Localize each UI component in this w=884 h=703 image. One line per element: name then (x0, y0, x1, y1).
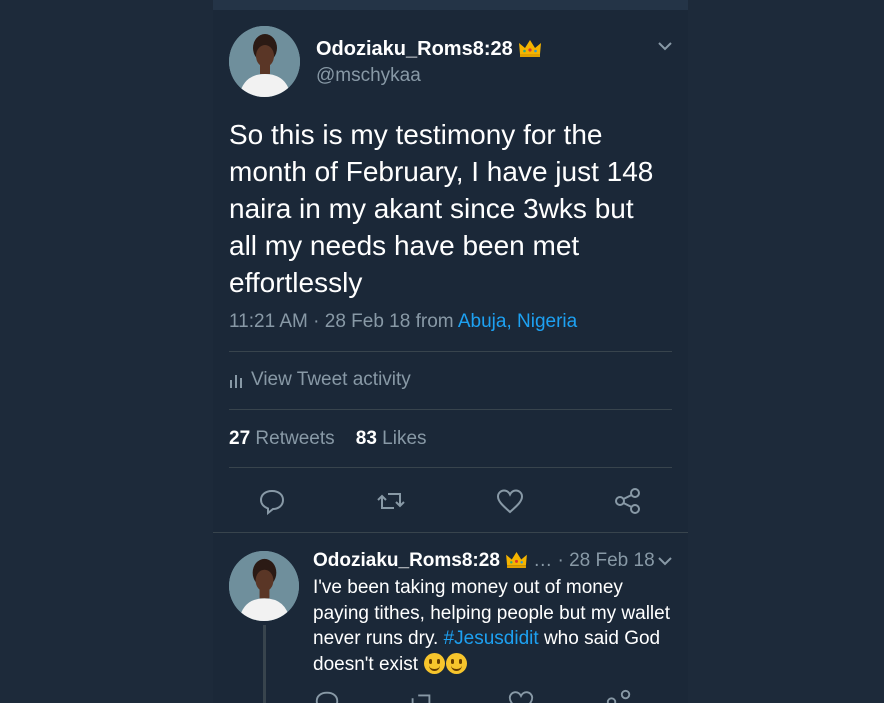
reply-display-name[interactable]: Odoziaku_Roms8:28 (313, 550, 500, 571)
crown-icon (518, 40, 541, 57)
reply-icon[interactable] (257, 486, 287, 516)
reply-date: · 28 Feb 18 (557, 550, 655, 571)
retweet-icon[interactable] (407, 688, 435, 703)
hashtag-link[interactable]: #Jesusdidit (444, 628, 539, 649)
retweet-icon[interactable] (376, 486, 406, 516)
engagement-counts: 27 Retweets 83 Likes (229, 428, 427, 450)
retweet-count: 27 (229, 428, 251, 449)
retweets-label: Retweets (255, 428, 335, 449)
reply-header: Odoziaku_Roms8:28 … · 28 Feb 18 (313, 550, 655, 572)
smiley-emoji (446, 652, 468, 674)
heart-icon[interactable] (507, 688, 535, 703)
like-count: 83 (355, 428, 377, 449)
likes-stat[interactable]: 83 Likes (356, 428, 427, 449)
tweet-detail-screen: Odoziaku_Roms8:28 @mschykaa So this is m… (213, 0, 688, 703)
share-icon[interactable] (613, 486, 643, 516)
reply-icon[interactable] (313, 688, 341, 703)
divider (229, 467, 672, 468)
likes-label: Likes (382, 428, 427, 449)
heart-icon[interactable] (495, 486, 525, 516)
crown-icon (506, 551, 527, 568)
activity-label: View Tweet activity (251, 369, 411, 390)
top-bar (213, 0, 688, 10)
divider (229, 409, 672, 410)
thread-line (263, 625, 266, 703)
reply-text: I've been taking money out of money payi… (313, 575, 673, 677)
smiley-emoji (424, 652, 446, 674)
reply-ellipsis: … (533, 550, 553, 571)
tweet-timestamp: 11:21 AM · 28 Feb 18 (229, 311, 411, 332)
location-link[interactable]: Abuja, Nigeria (458, 311, 577, 332)
view-tweet-activity-link[interactable]: View Tweet activity (229, 369, 411, 391)
reply-avatar[interactable] (229, 551, 299, 621)
tweet-meta: 11:21 AM · 28 Feb 18 from Abuja, Nigeria (229, 311, 577, 333)
from-label: from (415, 311, 454, 332)
divider (213, 532, 688, 533)
tweet-text: So this is my testimony for the month of… (229, 119, 654, 298)
avatar[interactable] (229, 26, 300, 97)
username-handle[interactable]: @mschykaa (316, 65, 421, 87)
divider (229, 351, 672, 352)
share-icon[interactable] (605, 688, 633, 703)
display-name[interactable]: Odoziaku_Roms8:28 (316, 38, 542, 61)
chevron-down-icon[interactable] (657, 555, 673, 567)
display-name-text: Odoziaku_Roms8:28 (316, 38, 513, 60)
retweets-stat[interactable]: 27 Retweets (229, 428, 335, 449)
chevron-down-icon[interactable] (657, 40, 673, 52)
bar-chart-icon (230, 375, 242, 388)
